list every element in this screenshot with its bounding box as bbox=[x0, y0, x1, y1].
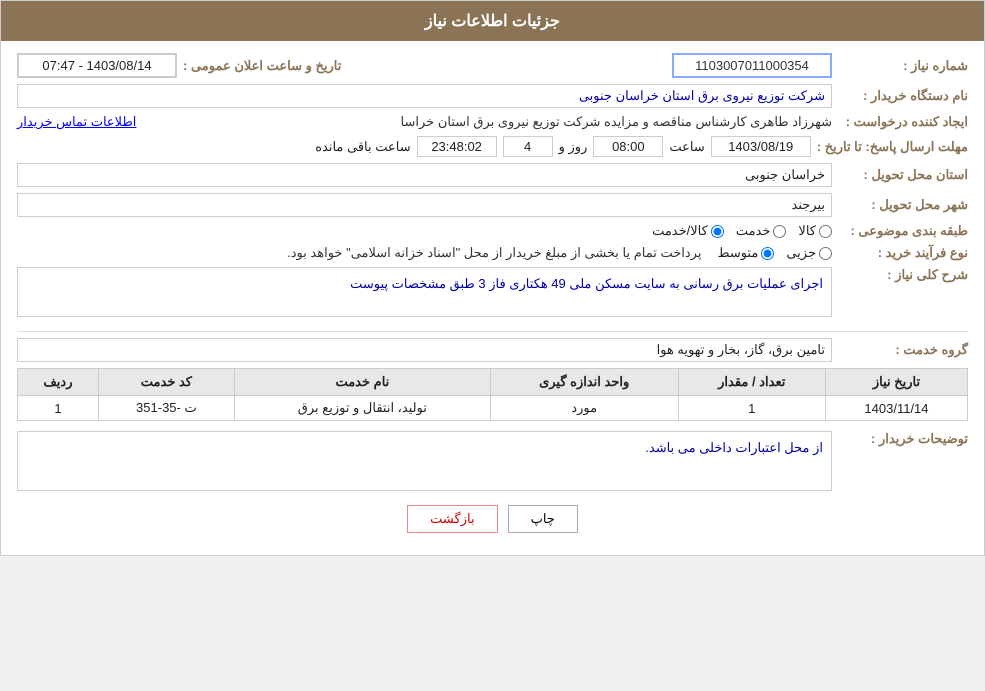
value-deadline-time: 08:00 bbox=[593, 136, 663, 157]
page-header: جزئیات اطلاعات نیاز bbox=[1, 1, 984, 41]
value-need-number: 1103007011000354 bbox=[672, 53, 832, 78]
value-deadline-date: 1403/08/19 bbox=[711, 136, 811, 157]
value-requester: شهرزاد طاهری کارشناس مناقصه و مزایده شرک… bbox=[142, 114, 832, 130]
services-table: تاریخ نیاز تعداد / مقدار واحد اندازه گیر… bbox=[17, 368, 968, 421]
col-service-name: نام خدمت bbox=[234, 369, 490, 396]
print-button[interactable]: چاپ bbox=[508, 505, 578, 533]
col-row-num: ردیف bbox=[18, 369, 99, 396]
purchase-type-radio-group: جزیی متوسط bbox=[717, 245, 832, 261]
value-deadline-timer: 23:48:02 bbox=[417, 136, 497, 157]
label-province: استان محل تحویل : bbox=[838, 167, 968, 183]
label-purchase-type: نوع فرآیند خرید : bbox=[838, 245, 968, 261]
row-province: استان محل تحویل : خراسان جنوبی bbox=[17, 163, 968, 187]
cell-need-date: 1403/11/14 bbox=[825, 396, 967, 421]
category-option-kala: کالا bbox=[798, 223, 832, 239]
row-requester: ایجاد کننده درخواست : شهرزاد طاهری کارشن… bbox=[17, 114, 968, 130]
radio-kala-khedmat[interactable] bbox=[711, 225, 724, 238]
page-title: جزئیات اطلاعات نیاز bbox=[425, 13, 560, 30]
value-announce-date: 1403/08/14 - 07:47 bbox=[17, 53, 177, 78]
label-announce: تاریخ و ساعت اعلان عمومی : bbox=[183, 58, 341, 74]
label-partial: جزیی bbox=[786, 245, 816, 261]
cell-unit: مورد bbox=[490, 396, 678, 421]
label-city: شهر محل تحویل : bbox=[838, 197, 968, 213]
row-city: شهر محل تحویل : بیرجند bbox=[17, 193, 968, 217]
contact-link[interactable]: اطلاعات تماس خریدار bbox=[17, 114, 136, 130]
table-header-row: تاریخ نیاز تعداد / مقدار واحد اندازه گیر… bbox=[18, 369, 968, 396]
back-button[interactable]: بازگشت bbox=[407, 505, 497, 533]
label-need-number: شماره نیاز : bbox=[838, 58, 968, 74]
row-service-group: گروه خدمت : تامین برق، گاز، بخار و تهویه… bbox=[17, 338, 968, 362]
label-remaining: ساعت باقی مانده bbox=[315, 139, 410, 155]
value-province: خراسان جنوبی bbox=[17, 163, 832, 187]
category-radio-group: کالا خدمت کالا/خدمت bbox=[652, 223, 832, 239]
radio-partial[interactable] bbox=[819, 247, 832, 260]
cell-quantity: 1 bbox=[678, 396, 825, 421]
label-time: ساعت bbox=[669, 139, 704, 155]
row-deadline: مهلت ارسال پاسخ: تا تاریخ : 1403/08/19 س… bbox=[17, 136, 968, 157]
col-quantity: تعداد / مقدار bbox=[678, 369, 825, 396]
cell-service-code: ت -35-351 bbox=[98, 396, 234, 421]
row-category: طبقه بندی موضوعی : کالا خدمت کالا/خدمت bbox=[17, 223, 968, 239]
label-notes: توضیحات خریدار : bbox=[838, 431, 968, 447]
label-khedmat: خدمت bbox=[736, 223, 771, 239]
radio-medium[interactable] bbox=[761, 247, 774, 260]
label-kala-khedmat: کالا/خدمت bbox=[652, 223, 708, 239]
label-medium: متوسط bbox=[717, 245, 758, 261]
col-unit: واحد اندازه گیری bbox=[490, 369, 678, 396]
label-description: شرح کلی نیاز : bbox=[838, 267, 968, 283]
table-row: 1403/11/14 1 مورد تولید، انتقال و توزیع … bbox=[18, 396, 968, 421]
category-option-khedmat: خدمت bbox=[736, 223, 787, 239]
purchase-type-description: پرداخت تمام یا بخشی از مبلغ خریدار از مح… bbox=[287, 245, 701, 261]
col-service-code: کد خدمت bbox=[98, 369, 234, 396]
value-service-group: تامین برق، گاز، بخار و تهویه هوا bbox=[17, 338, 832, 362]
row-buyer-org: نام دستگاه خریدار : شرکت توزیع نیروی برق… bbox=[17, 84, 968, 108]
row-description: شرح کلی نیاز : اجرای عملیات برق رسانی به… bbox=[17, 267, 968, 317]
services-section-title bbox=[17, 327, 968, 332]
value-description: اجرای عملیات برق رسانی به سایت مسکن ملی … bbox=[17, 267, 832, 317]
cell-row-num: 1 bbox=[18, 396, 99, 421]
page-wrapper: جزئیات اطلاعات نیاز شماره نیاز : 1103007… bbox=[0, 0, 985, 556]
category-option-kala-khedmat: کالا/خدمت bbox=[652, 223, 724, 239]
label-requester: ایجاد کننده درخواست : bbox=[838, 114, 968, 130]
label-category: طبقه بندی موضوعی : bbox=[838, 223, 968, 239]
label-buyer-org: نام دستگاه خریدار : bbox=[838, 88, 968, 104]
row-need-number: شماره نیاز : 1103007011000354 تاریخ و سا… bbox=[17, 53, 968, 78]
label-service-group: گروه خدمت : bbox=[838, 342, 968, 358]
label-deadline: مهلت ارسال پاسخ: تا تاریخ : bbox=[817, 139, 968, 155]
purchase-option-medium: متوسط bbox=[717, 245, 774, 261]
radio-kala[interactable] bbox=[819, 225, 832, 238]
label-kala: کالا bbox=[798, 223, 816, 239]
label-days: روز و bbox=[559, 139, 588, 155]
value-buyer-org: شرکت توزیع نیروی برق استان خراسان جنوبی bbox=[17, 84, 832, 108]
row-notes: توضیحات خریدار : از محل اعتبارات داخلی م… bbox=[17, 431, 968, 491]
main-content: شماره نیاز : 1103007011000354 تاریخ و سا… bbox=[1, 41, 984, 555]
row-purchase-type: نوع فرآیند خرید : جزیی متوسط پرداخت تمام… bbox=[17, 245, 968, 261]
value-city: بیرجند bbox=[17, 193, 832, 217]
value-deadline-days: 4 bbox=[503, 136, 553, 157]
col-need-date: تاریخ نیاز bbox=[825, 369, 967, 396]
cell-service-name: تولید، انتقال و توزیع برق bbox=[234, 396, 490, 421]
radio-khedmat[interactable] bbox=[773, 225, 786, 238]
value-notes: از محل اعتبارات داخلی می باشد. bbox=[17, 431, 832, 491]
buttons-row: چاپ بازگشت bbox=[17, 505, 968, 533]
purchase-option-partial: جزیی bbox=[786, 245, 832, 261]
